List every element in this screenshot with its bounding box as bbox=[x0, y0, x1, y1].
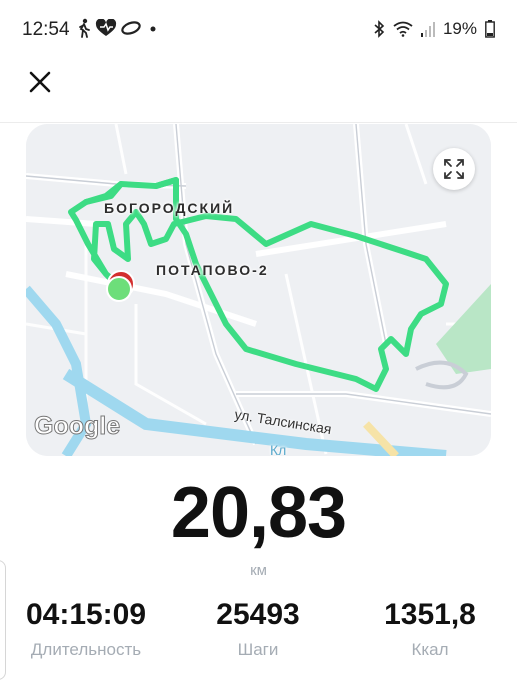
map-label-district2: ПОТАПОВО-2 bbox=[156, 262, 269, 278]
stat-steps: 25493 Шаги bbox=[172, 598, 344, 660]
workout-summary-screen: 12:54 19% БОГОРОДСКИЙ ПОТАПОВО-2 ул. Тал… bbox=[0, 0, 517, 680]
stat-steps-label: Шаги bbox=[237, 640, 279, 659]
map-street-label-partial: Кл bbox=[270, 442, 287, 456]
distance-unit: км bbox=[250, 562, 267, 579]
close-button[interactable] bbox=[24, 66, 56, 98]
google-logo: Google bbox=[33, 412, 121, 441]
map-label-district1: БОГОРОДСКИЙ bbox=[104, 200, 235, 216]
notification-icons bbox=[76, 18, 159, 38]
stat-duration-value: 04:15:09 bbox=[25, 598, 147, 631]
stat-duration-label: Длительность bbox=[30, 640, 142, 659]
bluetooth-icon bbox=[374, 20, 385, 38]
expand-map-button[interactable] bbox=[433, 148, 475, 190]
walking-icon bbox=[79, 18, 90, 38]
stat-steps-value: 25493 bbox=[216, 598, 300, 631]
system-icons: 19% bbox=[373, 19, 495, 39]
wifi-icon bbox=[393, 21, 413, 37]
distance-value: 20,83 bbox=[170, 473, 347, 553]
signal-icon bbox=[420, 22, 435, 37]
status-bar: 12:54 19% bbox=[0, 0, 517, 60]
header-divider bbox=[0, 122, 517, 123]
start-marker bbox=[106, 276, 132, 302]
battery-icon bbox=[485, 20, 495, 38]
expand-icon bbox=[444, 159, 464, 179]
stat-duration: 04:15:09 Длительность bbox=[0, 598, 172, 660]
stat-calories: 1351,8 Ккал bbox=[344, 598, 516, 660]
ring-icon bbox=[121, 21, 141, 35]
status-time: 12:54 bbox=[22, 19, 70, 40]
map-canvas bbox=[26, 124, 491, 456]
route-map[interactable]: БОГОРОДСКИЙ ПОТАПОВО-2 ул. Талсинская Кл… bbox=[26, 124, 491, 456]
battery-percentage: 19% bbox=[442, 19, 477, 38]
stat-calories-label: Ккал bbox=[411, 640, 449, 659]
stat-calories-value: 1351,8 bbox=[384, 598, 476, 631]
close-icon bbox=[29, 71, 51, 93]
dot-icon bbox=[150, 26, 156, 32]
heart-icon bbox=[95, 19, 117, 36]
